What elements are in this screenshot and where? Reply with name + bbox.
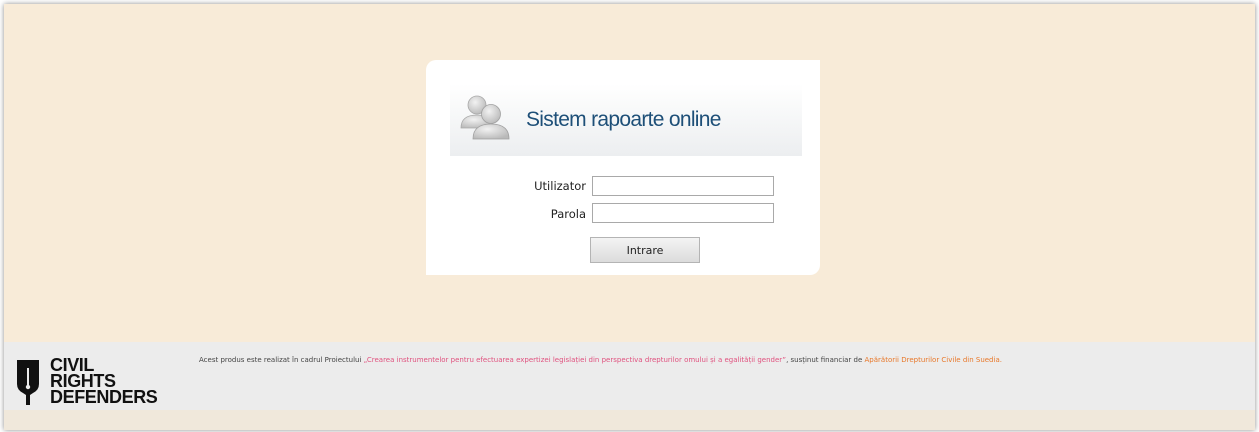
footer-text-middle: , susținut financiar de	[786, 356, 865, 364]
footer-text: Acest produs este realizat în cadrul Pro…	[199, 356, 1002, 364]
footer-text-prefix: Acest produs este realizat în cadrul Pro…	[199, 356, 364, 364]
sponsor-link[interactable]: Apărătorii Drepturilor Civile din Suedia	[865, 356, 1000, 364]
pen-nib-icon	[17, 360, 39, 405]
page-title: Sistem rapoarte online	[526, 108, 721, 131]
footer-bottom-strip	[4, 410, 1255, 430]
footer-text-suffix: .	[999, 356, 1002, 364]
users-icon	[460, 95, 510, 140]
civil-rights-defenders-logo[interactable]: CIVIL RIGHTS DEFENDERS	[14, 356, 174, 410]
username-label: Utilizator	[534, 179, 586, 193]
password-label: Parola	[550, 207, 586, 221]
login-header: Sistem rapoarte online	[450, 84, 802, 156]
password-field[interactable]	[592, 203, 774, 223]
username-field[interactable]	[592, 176, 774, 196]
logo-line-defenders: DEFENDERS	[50, 387, 158, 407]
project-link[interactable]: „Crearea instrumentelor pentru efectuare…	[364, 356, 786, 364]
login-panel: Sistem rapoarte online Utilizator Parola…	[426, 60, 820, 275]
login-button[interactable]: Intrare	[590, 237, 700, 263]
footer: CIVIL RIGHTS DEFENDERS Acest produs este…	[4, 342, 1255, 410]
page-frame: Sistem rapoarte online Utilizator Parola…	[4, 4, 1255, 430]
